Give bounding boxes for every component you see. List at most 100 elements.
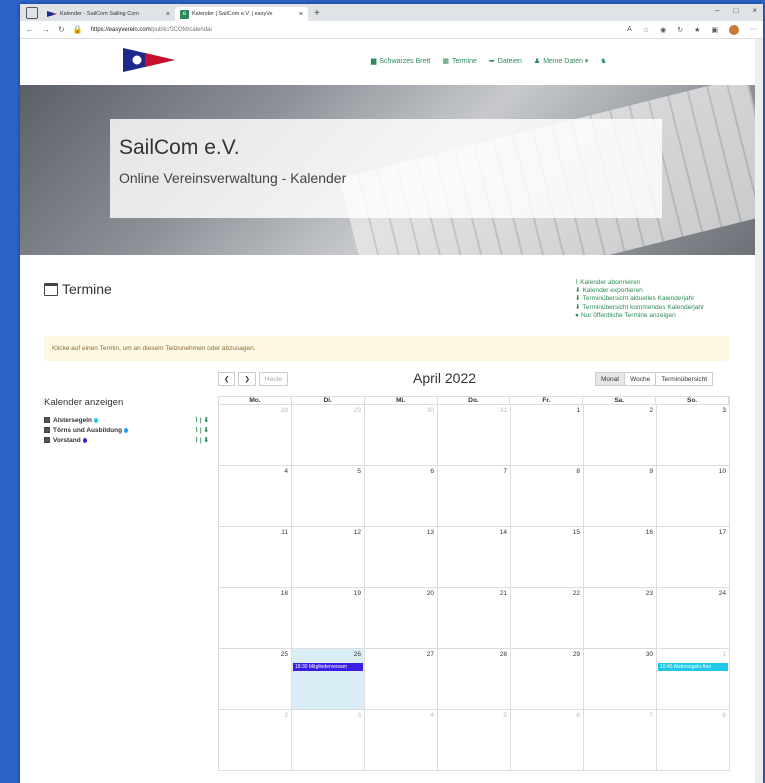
day-cell[interactable]: 22 — [511, 588, 584, 648]
day-cell[interactable]: 29 — [511, 649, 584, 709]
nav-termine[interactable]: ▦ Termine — [442, 57, 477, 66]
calendar-item-vorstand[interactable]: Vorstand ⌇ | ⬇ — [44, 435, 209, 445]
day-cell[interactable]: 9 — [584, 466, 657, 526]
today-button[interactable]: Heute — [258, 372, 289, 386]
group-icon[interactable]: ♞ — [600, 57, 606, 65]
browser-tab-active[interactable]: e Kalender | SailCom e.V. | easyVe × — [175, 7, 308, 21]
close-tab-icon[interactable]: × — [299, 11, 303, 18]
calendar-checkbox[interactable] — [44, 437, 50, 443]
day-cell[interactable]: 6 — [365, 466, 438, 526]
link-overview-current[interactable]: Terminübersicht aktuelles Kalenderjahr — [575, 295, 704, 303]
day-cell[interactable]: 10 — [657, 466, 730, 526]
day-cell[interactable]: 8 — [657, 710, 730, 770]
day-cell[interactable]: 30 — [584, 649, 657, 709]
collections-icon[interactable]: ▣ — [711, 26, 718, 34]
week-row: 11 12 13 14 15 16 17 — [218, 527, 730, 588]
close-window-button[interactable]: × — [752, 6, 757, 15]
day-cell[interactable]: 17 — [657, 527, 730, 587]
day-cell[interactable]: 27 — [365, 649, 438, 709]
view-overview-button[interactable]: Terminübersicht — [655, 372, 714, 386]
day-cell[interactable]: 1 10:45 Alstersegeln Ans — [657, 649, 730, 709]
day-cell[interactable]: 14 — [438, 527, 511, 587]
nav-links: ▆ Schwarzes Brett ▦ Termine ➦ Dateien ♟ Mein… — [371, 57, 607, 66]
day-cell[interactable]: 20 — [365, 588, 438, 648]
day-cell[interactable]: 1 — [511, 405, 584, 465]
day-cell[interactable]: 28 — [438, 649, 511, 709]
forward-icon[interactable]: → — [42, 25, 50, 34]
day-cell[interactable]: 5 — [292, 466, 365, 526]
favorite-icon[interactable]: ☆ — [643, 26, 649, 34]
day-cell[interactable]: 8 — [511, 466, 584, 526]
day-cell[interactable]: 2 — [219, 710, 292, 770]
calendar-checkbox[interactable] — [44, 417, 50, 423]
favorites-icon[interactable]: ★ — [694, 26, 700, 34]
prev-month-button[interactable]: ❮ — [218, 372, 236, 386]
day-cell[interactable]: 7 — [584, 710, 657, 770]
day-cell[interactable]: 7 — [438, 466, 511, 526]
link-public-only[interactable]: Nur öffentliche Termine anzeigen — [575, 312, 704, 320]
day-cell[interactable]: 18 — [219, 588, 292, 648]
view-month-button[interactable]: Monat — [595, 372, 626, 386]
minimize-button[interactable]: – — [715, 6, 719, 15]
link-subscribe[interactable]: Kalender abonnieren — [575, 279, 704, 287]
tab-actions-icon[interactable] — [26, 7, 38, 19]
calendar-item-toerns[interactable]: Törns und Ausbildung ⌇ | ⬇ — [44, 425, 209, 435]
view-week-button[interactable]: Woche — [624, 372, 657, 386]
nav-dateien[interactable]: ➦ Dateien — [489, 57, 522, 66]
new-tab-button[interactable]: + — [308, 8, 326, 21]
reload-icon[interactable]: ↻ — [58, 25, 65, 34]
day-cell[interactable]: 3 — [292, 710, 365, 770]
read-aloud-icon[interactable]: A — [627, 26, 632, 33]
day-cell[interactable]: 19 — [292, 588, 365, 648]
calendar-actions[interactable]: ⌇ | ⬇ — [195, 436, 209, 444]
day-cell[interactable]: 6 — [511, 710, 584, 770]
day-cell[interactable]: 13 — [365, 527, 438, 587]
day-cell[interactable]: 31 — [438, 405, 511, 465]
maximize-button[interactable]: □ — [733, 6, 738, 15]
day-cell[interactable]: 23 — [584, 588, 657, 648]
page-title: Termine — [44, 281, 112, 297]
close-tab-icon[interactable]: × — [166, 11, 170, 18]
nav-meine-daten[interactable]: ♟ Meine Daten ▾ — [534, 57, 588, 65]
calendar-name: Alstersegeln — [53, 416, 93, 424]
more-icon[interactable]: ··· — [750, 26, 757, 33]
day-cell[interactable]: 24 — [657, 588, 730, 648]
calendar-event[interactable]: 18:30 Mitgliederversam — [293, 663, 363, 671]
day-cell[interactable]: 3 — [657, 405, 730, 465]
day-cell[interactable]: 21 — [438, 588, 511, 648]
calendar-checkbox[interactable] — [44, 427, 50, 433]
page-scrollbar[interactable] — [755, 39, 763, 783]
day-cell[interactable]: 29 — [292, 405, 365, 465]
url-field[interactable]: https://easyverein.com/public/SCOM/calen… — [91, 27, 213, 33]
window-controls: – □ × — [715, 6, 757, 15]
calendar-actions[interactable]: ⌇ | ⬇ — [195, 416, 209, 424]
profile-avatar[interactable] — [729, 24, 739, 35]
sailcom-logo[interactable] — [123, 48, 175, 72]
extension-icon[interactable]: ◉ — [660, 26, 666, 34]
next-month-button[interactable]: ❯ — [238, 372, 256, 386]
link-overview-next[interactable]: Terminübersicht kommendes Kalenderjahr — [575, 304, 704, 312]
day-cell[interactable]: 16 — [584, 527, 657, 587]
day-number: 30 — [645, 651, 653, 658]
day-cell[interactable]: 12 — [292, 527, 365, 587]
day-cell-today[interactable]: 26 18:30 Mitgliederversam — [292, 649, 365, 709]
day-cell[interactable]: 28 — [219, 405, 292, 465]
calendar-event[interactable]: 10:45 Alstersegeln Ans — [658, 663, 728, 671]
lock-icon: 🔒 — [72, 25, 83, 34]
calendar-links: Kalender abonnieren Kalender exportieren… — [575, 279, 704, 320]
day-cell[interactable]: 4 — [365, 710, 438, 770]
refresh-extension-icon[interactable]: ↻ — [677, 26, 683, 34]
day-cell[interactable]: 11 — [219, 527, 292, 587]
calendar-actions[interactable]: ⌇ | ⬇ — [195, 426, 209, 434]
browser-tab[interactable]: Kalender - SailCom Sailing Com × — [42, 7, 175, 21]
day-cell[interactable]: 2 — [584, 405, 657, 465]
day-cell[interactable]: 4 — [219, 466, 292, 526]
day-cell[interactable]: 15 — [511, 527, 584, 587]
day-cell[interactable]: 30 — [365, 405, 438, 465]
day-number: 26 — [353, 651, 361, 658]
nav-schwarzes-brett[interactable]: ▆ Schwarzes Brett — [371, 57, 430, 66]
day-cell[interactable]: 25 — [219, 649, 292, 709]
back-icon[interactable]: ← — [26, 25, 34, 34]
day-cell[interactable]: 5 — [438, 710, 511, 770]
calendar-item-alstersegeln[interactable]: Alstersegeln ⌇ | ⬇ — [44, 415, 209, 425]
